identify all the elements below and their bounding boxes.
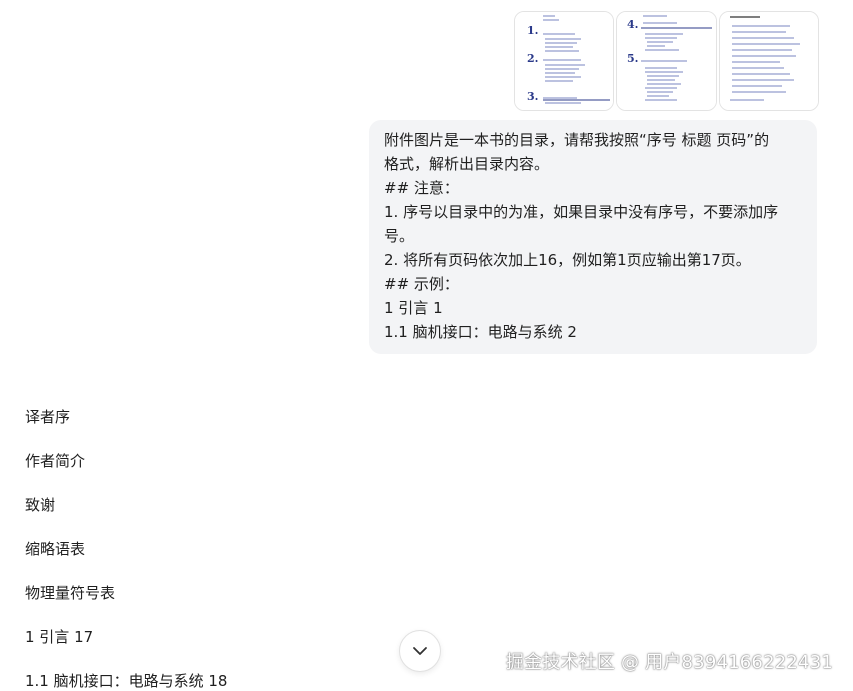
user-message-line: 附件图片是一本书的目录，请帮我按照“序号 标题 页码”的 <box>384 131 770 149</box>
answer-line: 致谢 <box>25 496 56 514</box>
attachment-thumbnail-2[interactable]: 4. 5. <box>616 11 717 111</box>
attachment-thumbnail-3[interactable] <box>718 11 819 111</box>
chevron-down-icon <box>413 647 427 655</box>
answer-line: 译者序 <box>25 408 71 426</box>
attachment-thumbnail-1[interactable]: 1. 2. 3. <box>514 11 615 111</box>
chat-page: 1. 2. 3. 4. 5. 附件图片是一本书的目录，请帮我按照“序号 标题 页… <box>0 0 853 691</box>
user-message-line: 号。 <box>384 227 415 245</box>
svg-text:4.: 4. <box>627 18 638 31</box>
user-message-bubble: 附件图片是一本书的目录，请帮我按照“序号 标题 页码”的 格式，解析出目录内容。… <box>369 120 817 354</box>
user-message-line: 1. 序号以目录中的为准，如果目录中没有序号，不要添加序 <box>384 203 779 221</box>
svg-text:5.: 5. <box>627 52 638 65</box>
user-message-line: 1 引言 1 <box>384 299 443 317</box>
svg-text:2.: 2. <box>527 52 538 65</box>
answer-line: 缩略语表 <box>25 540 86 558</box>
assistant-answer: 译者序 作者简介 致谢 缩略语表 物理量符号表 1 引言 17 1.1 脑机接口… <box>25 405 227 691</box>
attachment-thumbnails: 1. 2. 3. 4. 5. <box>514 11 819 111</box>
svg-text:3.: 3. <box>527 90 538 103</box>
user-message-line: 2. 将所有页码依次加上16，例如第1页应输出第17页。 <box>384 251 751 269</box>
toc-page-icon: 1. 2. 3. <box>515 12 614 110</box>
user-message-line: 1.1 脑机接口：电路与系统 2 <box>384 323 577 341</box>
answer-line: 1 引言 17 <box>25 628 94 646</box>
scroll-to-bottom-button[interactable] <box>399 630 441 672</box>
answer-line: 物理量符号表 <box>25 584 116 602</box>
svg-text:1.: 1. <box>527 24 538 37</box>
answer-line: 1.1 脑机接口：电路与系统 18 <box>25 672 228 690</box>
toc-page-icon <box>719 12 818 110</box>
answer-line: 作者简介 <box>25 452 86 470</box>
user-message-line: 格式，解析出目录内容。 <box>384 155 550 173</box>
watermark: 掘金技术社区 @ 用户8394166222431 <box>505 652 833 673</box>
user-message-line: ## 注意： <box>384 179 459 197</box>
user-message-line: ## 示例： <box>384 275 459 293</box>
toc-page-icon: 4. 5. <box>617 12 716 110</box>
